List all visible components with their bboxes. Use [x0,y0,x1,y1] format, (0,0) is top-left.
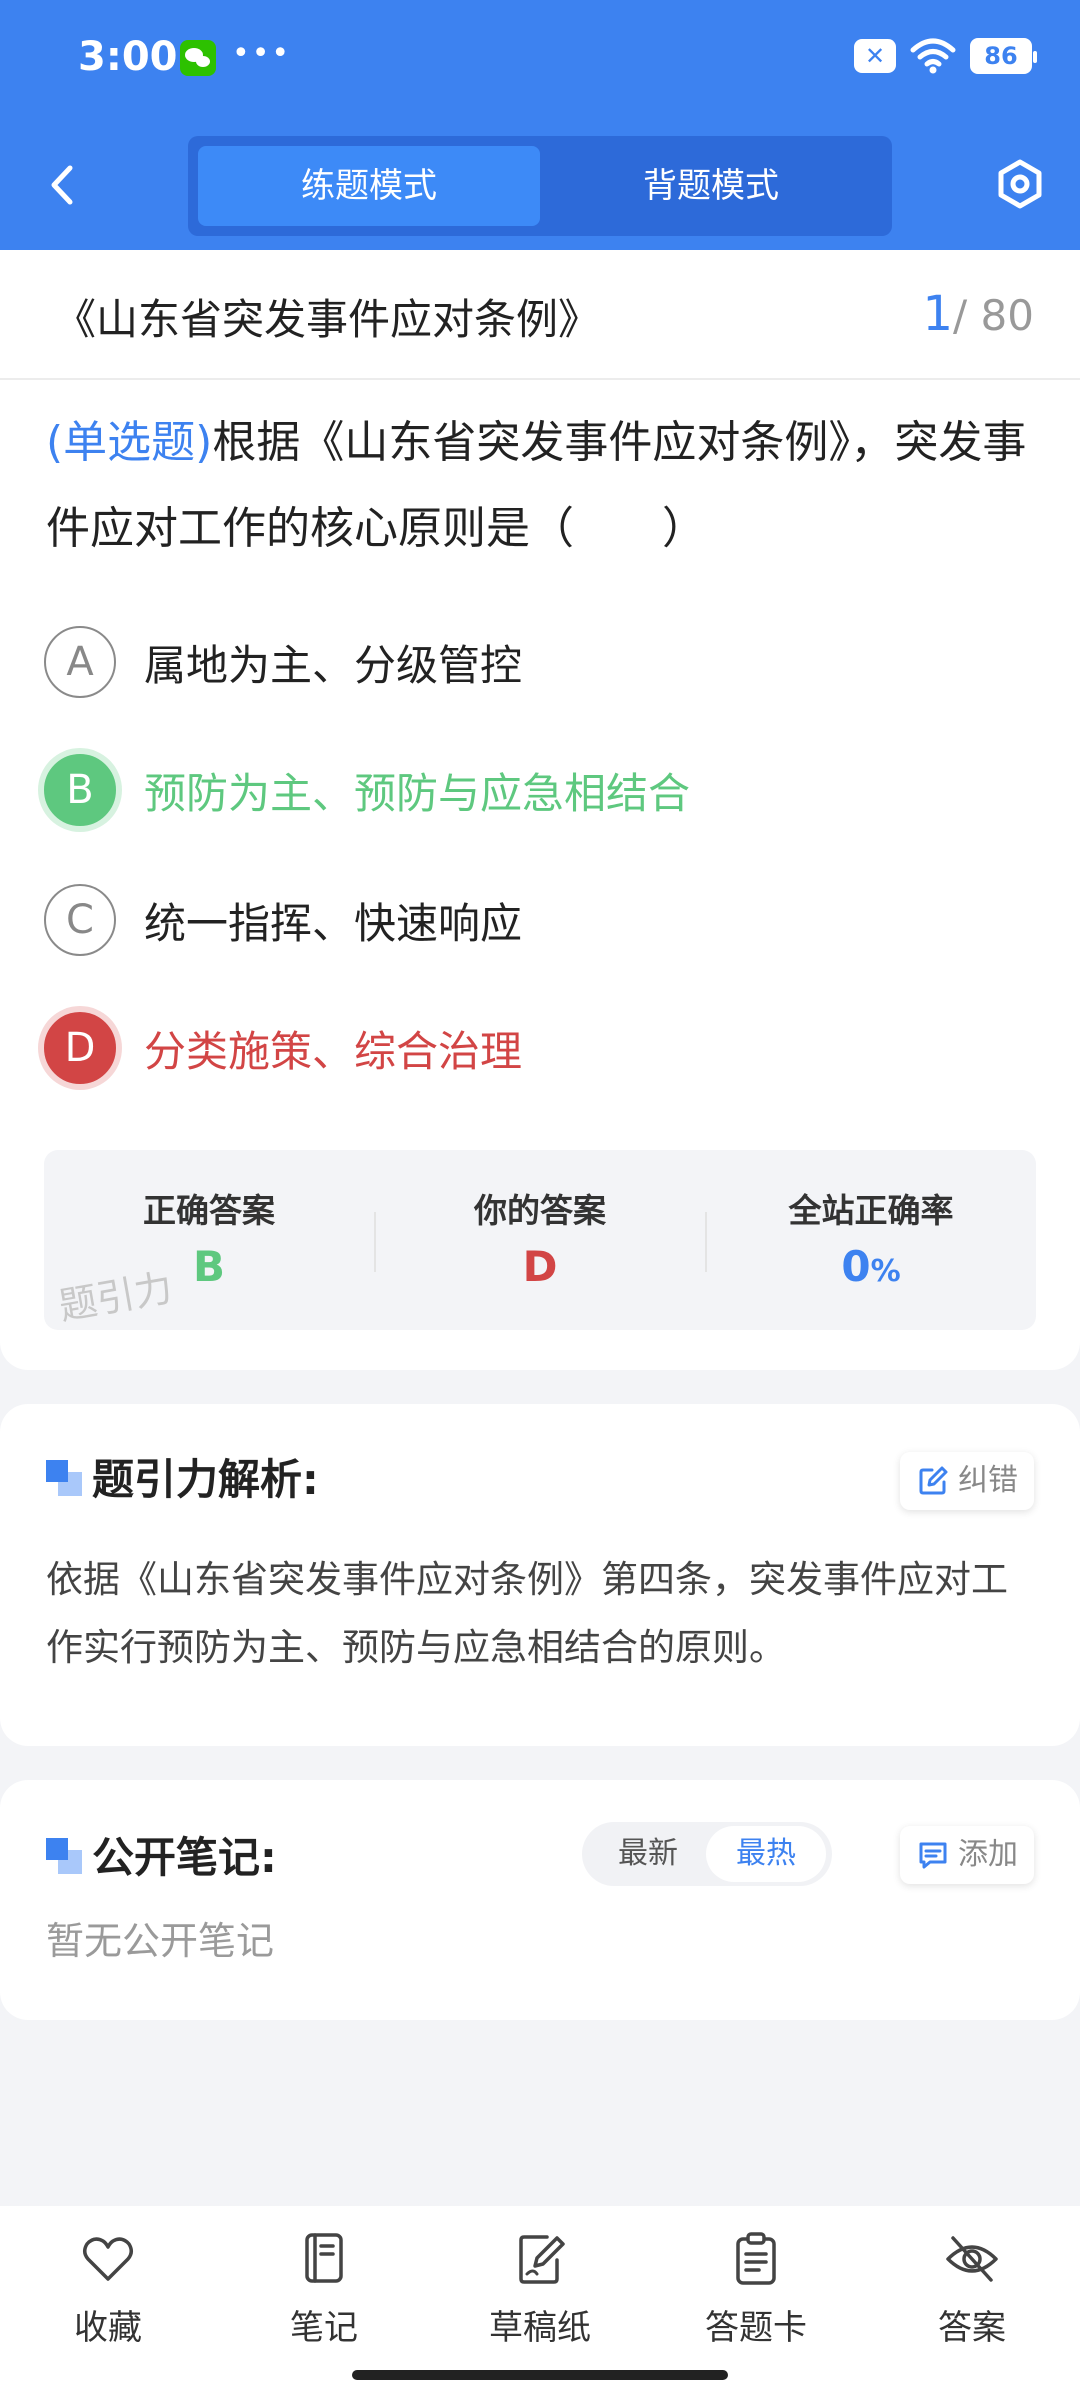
notes-title: 公开笔记: [92,1833,277,1882]
eye-off-icon [946,2236,998,2282]
total-questions: / 80 [953,291,1034,340]
sort-newest[interactable]: 最新 [588,1826,708,1882]
option-d[interactable]: D 分类施策、综合治理 [44,1008,1044,1088]
option-c-letter: C [44,884,116,956]
status-time: 3:00 [78,34,178,80]
tab-notes-label: 笔记 [290,2308,358,2348]
tab-answer-label: 答案 [938,2308,1006,2348]
tab-memorize-mode[interactable]: 背题模式 [540,146,882,226]
battery-indicator: 86 [970,38,1037,74]
home-indicator[interactable] [352,2370,728,2380]
add-note-button[interactable]: 添加 [900,1826,1034,1884]
exam-title-row: 《山东省突发事件应对条例》 1/ 80 [0,250,1080,380]
question-card: 《山东省突发事件应对条例》 1/ 80 (单选题)根据《山东省突发事件应对条例》… [0,250,1080,1370]
your-answer-value: D [522,1242,558,1291]
analysis-title: 题引力解析: [92,1455,319,1504]
option-a[interactable]: A 属地为主、分级管控 [44,622,1044,702]
tab-practice-mode[interactable]: 练题模式 [198,146,540,226]
accuracy-rate-stat: 全站正确率 0% [706,1150,1036,1330]
report-error-button[interactable]: 纠错 [900,1452,1034,1510]
status-bar: 3:00 ••• ✕ 86 [0,30,1080,90]
tab-draft-paper[interactable]: 草稿纸 [450,2230,630,2360]
question-type: (单选题) [46,417,213,468]
tab-draft-paper-label: 草稿纸 [489,2308,591,2348]
status-icons: ✕ 86 [854,38,1037,74]
correct-answer-label: 正确答案 [143,1191,275,1230]
draft-icon [519,2235,565,2284]
option-b-letter: B [44,754,116,826]
clipboard-icon [736,2232,776,2285]
question-counter: 1/ 80 [923,286,1035,342]
tab-answer[interactable]: 答案 [882,2230,1062,2360]
question-text: (单选题)根据《山东省突发事件应对条例》，突发事件应对工作的核心原则是（ ） [46,400,1036,572]
app-header: 3:00 ••• ✕ 86 练题模式 背题模式 [0,0,1080,250]
notes-sort-toggle: 最新 最热 [582,1822,832,1886]
analysis-card: 题引力解析: 纠错 依据《山东省突发事件应对条例》第四条，突发事件应对工作实行预… [0,1404,1080,1746]
accuracy-rate-value: 0% [706,1242,1036,1291]
empty-notes-text: 暂无公开笔记 [46,1919,275,1963]
option-d-text: 分类施策、综合治理 [144,1027,523,1076]
option-a-letter: A [44,626,116,698]
sort-hottest[interactable]: 最热 [706,1826,826,1882]
option-b[interactable]: B 预防为主、预防与应急相结合 [44,750,1044,830]
your-answer-stat: 你的答案 D [375,1150,705,1330]
tab-notes[interactable]: 笔记 [234,2230,414,2360]
edit-icon [919,1466,948,1495]
no-sim-icon: ✕ [854,39,896,73]
option-d-letter: D [44,1012,116,1084]
report-error-label: 纠错 [958,1463,1018,1498]
add-note-label: 添加 [958,1837,1018,1872]
accuracy-rate-number: 0 [841,1242,871,1291]
more-notifications-icon: ••• [232,36,292,71]
mode-switch: 练题模式 背题模式 [188,136,892,236]
comment-icon [919,1842,947,1869]
accuracy-rate-label: 全站正确率 [788,1191,954,1230]
your-answer-label: 你的答案 [474,1191,606,1230]
settings-icon[interactable] [994,158,1046,210]
section-icon [46,1460,82,1496]
analysis-text: 依据《山东省突发事件应对条例》第四条，突发事件应对工作实行预防为主、预防与应急相… [46,1558,1008,1669]
answer-result-panel: 正确答案 B 你的答案 D 全站正确率 0% 题引力 [44,1150,1036,1330]
option-b-text: 预防为主、预防与应急相结合 [144,769,691,818]
heart-icon [83,2237,133,2281]
notebook-icon [305,2233,343,2283]
wifi-icon [910,38,956,74]
current-question-number: 1 [922,286,954,342]
option-a-text: 属地为主、分级管控 [144,641,523,690]
tab-favorite[interactable]: 收藏 [18,2230,198,2360]
section-icon [46,1838,82,1874]
exam-title: 《山东省突发事件应对条例》 [54,295,601,344]
back-arrow-icon[interactable] [44,160,84,210]
option-c[interactable]: C 统一指挥、快速响应 [44,880,1044,960]
tab-answer-sheet[interactable]: 答题卡 [666,2230,846,2360]
option-c-text: 统一指挥、快速响应 [144,899,523,948]
public-notes-card: 公开笔记: 最新 最热 添加 暂无公开笔记 [0,1780,1080,2020]
wechat-icon [180,40,216,76]
tab-favorite-label: 收藏 [74,2308,142,2348]
tab-answer-sheet-label: 答题卡 [705,2308,807,2348]
accuracy-rate-unit: % [870,1254,901,1289]
